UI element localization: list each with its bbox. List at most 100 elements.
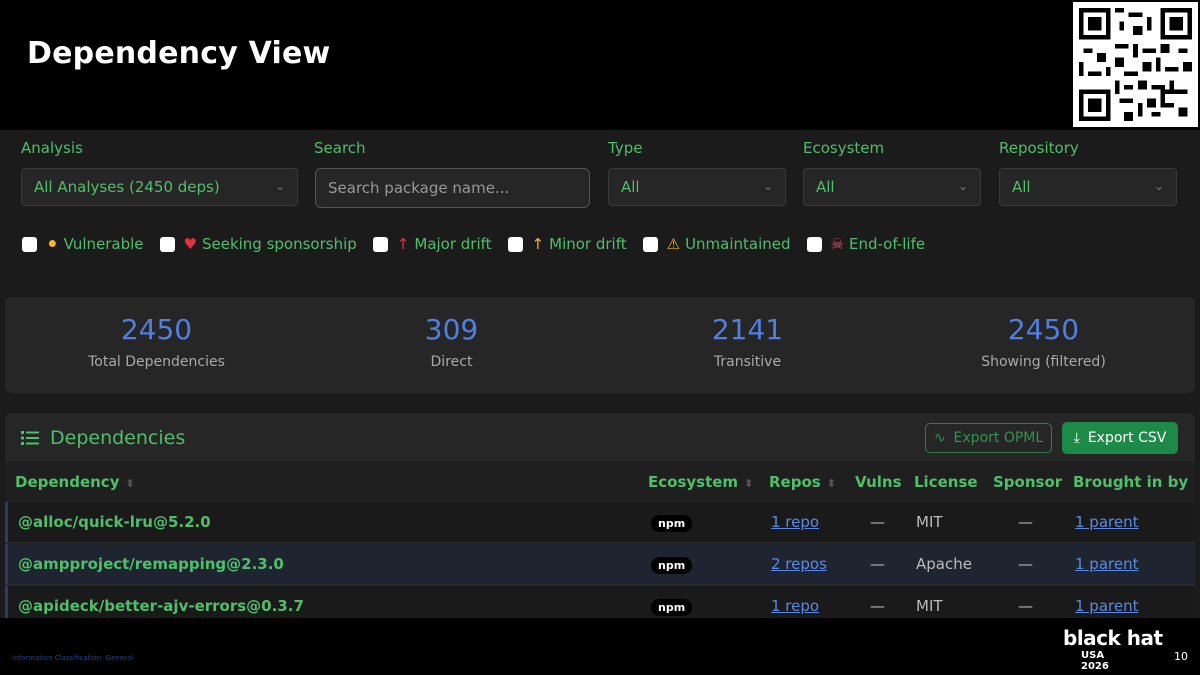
end-of-life-checkbox[interactable]: ☠ End-of-life xyxy=(806,235,926,253)
brand-year: 2026 xyxy=(1081,661,1109,672)
ecosystem-select[interactable]: All ⌄ xyxy=(803,168,981,206)
checkbox-label: End-of-life xyxy=(848,235,926,253)
page-number: 10 xyxy=(1174,650,1188,663)
arrow-up-icon: ↑ xyxy=(396,235,410,253)
checkbox-box[interactable] xyxy=(507,236,523,252)
type-select-value: All xyxy=(621,178,640,196)
stat-transitive: 2141 Transitive xyxy=(599,313,896,370)
search-label: Search xyxy=(314,139,366,157)
rss-icon: ∿ xyxy=(933,430,946,446)
analysis-label: Analysis xyxy=(21,139,83,157)
vulns-value: — xyxy=(870,597,885,615)
repos-link[interactable]: 1 repo xyxy=(771,597,819,615)
export-csv-button[interactable]: ⤓ Export CSV xyxy=(1062,422,1178,454)
repository-select[interactable]: All ⌄ xyxy=(999,168,1177,206)
stats-bar: 2450 Total Dependencies 309 Direct 2141 … xyxy=(5,297,1195,393)
analysis-select-value: All Analyses (2450 deps) xyxy=(34,178,220,196)
sort-icon[interactable]: ⬍ xyxy=(744,477,753,490)
dependency-name[interactable]: @apideck/better-ajv-errors@0.3.7 xyxy=(18,597,304,615)
sponsor-value: — xyxy=(1018,597,1033,615)
minor-drift-checkbox[interactable]: ↑ Minor drift xyxy=(507,235,627,253)
stat-caption: Direct xyxy=(430,354,473,370)
panel-header: Dependencies xyxy=(21,427,185,449)
parent-link[interactable]: 1 parent xyxy=(1075,597,1138,615)
stat-caption: Total Dependencies xyxy=(88,354,225,370)
vulnerable-checkbox[interactable]: ⚫ Vulnerable xyxy=(22,235,144,253)
dependencies-panel: Dependencies ∿ Export OPML ⤓ Export CSV … xyxy=(5,413,1195,618)
type-select[interactable]: All ⌄ xyxy=(608,168,786,206)
slide-title: Dependency View xyxy=(27,36,331,71)
search-input[interactable]: Search package name... xyxy=(315,168,590,208)
checkbox-label: Vulnerable xyxy=(63,235,144,253)
classification-note: Information Classification: General xyxy=(12,654,134,662)
skull-crossbones-icon: ☠ xyxy=(830,235,844,253)
chevron-down-icon: ⌄ xyxy=(274,179,285,193)
column-vulns: Vulns xyxy=(855,473,902,491)
dependency-name[interactable]: @alloc/quick-lru@5.2.0 xyxy=(18,513,211,531)
repos-link[interactable]: 2 repos xyxy=(771,555,827,573)
stat-value: 2450 xyxy=(120,313,193,346)
table-row[interactable]: @alloc/quick-lru@5.2.0 npm 1 repo — MIT … xyxy=(5,502,1195,543)
license-value: Apache xyxy=(916,555,972,573)
parent-link[interactable]: 1 parent xyxy=(1075,555,1138,573)
brand-name: black hat xyxy=(1063,626,1163,650)
repository-label: Repository xyxy=(999,139,1079,157)
arrow-up-icon: ↑ xyxy=(531,235,545,253)
column-license: License xyxy=(914,473,978,491)
unmaintained-checkbox[interactable]: ⚠ Unmaintained xyxy=(642,235,791,253)
column-brought-in-by: Brought in by xyxy=(1073,473,1189,491)
sponsor-value: — xyxy=(1018,555,1033,573)
shield-icon: ⚫ xyxy=(46,235,59,253)
dependency-app: Analysis All Analyses (2450 deps) ⌄ Sear… xyxy=(0,130,1200,618)
vulns-value: — xyxy=(870,555,885,573)
panel-title: Dependencies xyxy=(50,427,186,449)
stat-value: 309 xyxy=(424,313,479,346)
ecosystem-badge: npm xyxy=(651,557,693,574)
column-sponsor: Sponsor xyxy=(993,473,1063,491)
repos-link[interactable]: 1 repo xyxy=(771,513,819,531)
list-icon xyxy=(21,431,39,445)
seeking-sponsorship-checkbox[interactable]: ♥ Seeking sponsorship xyxy=(159,235,357,253)
stat-direct: 309 Direct xyxy=(303,313,600,370)
checkbox-box[interactable] xyxy=(159,236,175,252)
major-drift-checkbox[interactable]: ↑ Major drift xyxy=(372,235,492,253)
stat-caption: Transitive xyxy=(713,354,782,370)
brand-region: USA xyxy=(1081,650,1105,661)
chevron-down-icon: ⌄ xyxy=(957,179,968,193)
table-row[interactable]: @ampproject/remapping@2.3.0 npm 2 repos … xyxy=(5,544,1195,585)
table-header: Dependency ⬍ Ecosystem ⬍ Repos ⬍ Vulns Lice… xyxy=(5,461,1195,502)
checkbox-label: Minor drift xyxy=(549,235,627,253)
sponsor-value: — xyxy=(1018,513,1033,531)
column-dependency[interactable]: Dependency ⬍ xyxy=(15,473,135,491)
filter-checkboxes: ⚫ Vulnerable ♥ Seeking sponsorship ↑ Maj… xyxy=(22,235,941,253)
sort-icon[interactable]: ⬍ xyxy=(827,477,836,490)
stat-caption: Showing (filtered) xyxy=(981,354,1106,370)
stat-value: 2141 xyxy=(711,313,784,346)
checkbox-box[interactable] xyxy=(806,236,822,252)
column-ecosystem[interactable]: Ecosystem ⬍ xyxy=(648,473,753,491)
license-value: MIT xyxy=(916,513,943,531)
export-opml-button[interactable]: ∿ Export OPML xyxy=(925,423,1052,453)
analysis-select[interactable]: All Analyses (2450 deps) ⌄ xyxy=(21,168,298,206)
ecosystem-badge: npm xyxy=(651,515,693,532)
export-opml-label: Export OPML xyxy=(953,430,1044,446)
dependency-name[interactable]: @ampproject/remapping@2.3.0 xyxy=(18,555,284,573)
checkbox-label: Unmaintained xyxy=(685,235,791,253)
ecosystem-label: Ecosystem xyxy=(803,139,885,157)
stat-total: 2450 Total Dependencies xyxy=(8,313,305,370)
table-row[interactable]: @apideck/better-ajv-errors@0.3.7 npm 1 r… xyxy=(5,586,1195,618)
checkbox-box[interactable] xyxy=(22,236,37,252)
ecosystem-select-value: All xyxy=(816,178,835,196)
column-label: Repos xyxy=(769,473,821,491)
heart-icon: ♥ xyxy=(183,235,197,253)
download-icon: ⤓ xyxy=(1073,430,1080,446)
stat-value: 2450 xyxy=(1007,313,1080,346)
parent-link[interactable]: 1 parent xyxy=(1075,513,1138,531)
checkbox-box[interactable] xyxy=(642,236,658,252)
export-csv-label: Export CSV xyxy=(1087,430,1167,446)
chevron-down-icon: ⌄ xyxy=(762,179,773,193)
column-repos[interactable]: Repos ⬍ xyxy=(769,473,836,491)
license-value: MIT xyxy=(916,597,943,615)
sort-icon[interactable]: ⬍ xyxy=(125,477,134,490)
checkbox-box[interactable] xyxy=(372,236,388,252)
